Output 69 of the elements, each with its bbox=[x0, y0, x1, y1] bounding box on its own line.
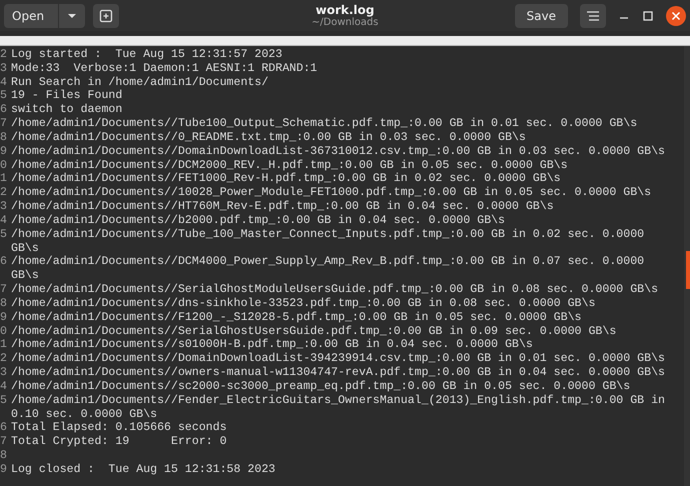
line-number: 3 bbox=[0, 62, 7, 76]
window-title: work.log bbox=[316, 2, 374, 16]
log-line: /home/admin1/Documents//SerialGhostModuleUsersGuide.pdf.tmp_:0.00 GB in 0.08 sec. 0.0000 GB\s bbox=[11, 283, 660, 297]
line-number: 2 bbox=[0, 48, 7, 62]
log-line: Total Elapsed: 0.105666 seconds bbox=[11, 421, 228, 436]
dropdown-button[interactable] bbox=[59, 4, 86, 28]
log-line: Log started : Tue Aug 15 12:31:57 2023 bbox=[11, 48, 284, 62]
window-subtitle: ~/Downloads bbox=[312, 16, 378, 28]
line-number: 3 bbox=[0, 200, 7, 214]
line-number: 9 bbox=[0, 310, 7, 325]
line-number: 0 bbox=[0, 158, 7, 172]
log-line: /home/admin1/Documents//DomainDownloadList-394239914.csv.tmp_:0.00 GB in 0.01 sec. 0.0000 GB\s bbox=[11, 352, 666, 366]
save-button[interactable]: Save bbox=[514, 4, 568, 28]
log-line: 19 - Files Found bbox=[11, 89, 124, 104]
line-number: 6 bbox=[0, 103, 7, 118]
line-number: 1 bbox=[0, 338, 7, 352]
line-number: 5 bbox=[0, 89, 7, 104]
line-number: 3 bbox=[0, 366, 7, 380]
log-line: /home/admin1/Documents//Tube100_Output_Schematic.pdf.tmp_:0.00 GB in 0.01 sec. 0.0000 GB\s bbox=[11, 117, 638, 131]
log-line: /home/admin1/Documents//sc2000-sc3000_preamp_eq.pdf.tmp_:0.00 GB in 0.05 sec. 0.0000 GB\s bbox=[11, 380, 632, 394]
line-number: 4 bbox=[0, 214, 7, 228]
log-line: Log closed : Tue Aug 15 12:31:58 2023 bbox=[11, 462, 276, 477]
close-icon[interactable] bbox=[666, 6, 686, 26]
line-number: 7 bbox=[0, 117, 7, 131]
line-number: 6 bbox=[0, 255, 7, 270]
log-line: Total Crypted: 19 Error: 0 bbox=[11, 435, 228, 450]
line-number: 9 bbox=[0, 144, 7, 159]
line-number: 7 bbox=[0, 435, 7, 450]
line-number: 5 bbox=[0, 228, 7, 243]
log-line: Mode:33 Verbose:1 Daemon:1 AESNI:1 RDRAND:1 bbox=[11, 62, 318, 76]
log-line: switch to daemon bbox=[11, 103, 124, 118]
log-line: /home/admin1/Documents//DomainDownloadList-367310012.csv.tmp_:0.00 GB in 0.03 sec. 0.0000 GB\s bbox=[11, 144, 666, 159]
log-line: /home/admin1/Documents//F1200_-_S12028-5.pdf.tmp_:0.00 GB in 0.05 sec. 0.0000 GB\s bbox=[11, 310, 583, 325]
line-number: 9 bbox=[0, 462, 7, 477]
log-line: /home/admin1/Documents//0_README.txt.tmp_:0.00 GB in 0.03 sec. 0.0000 GB\s bbox=[11, 130, 527, 145]
line-number: 0 bbox=[0, 324, 7, 338]
maximize-icon[interactable] bbox=[642, 10, 654, 22]
scrollbar[interactable] bbox=[684, 46, 690, 486]
log-line: /home/admin1/Documents//HT760M_Rev-E.pdf.tmp_:0.00 GB in 0.04 sec. 0.0000 GB\s bbox=[11, 200, 555, 214]
line-number: 7 bbox=[0, 283, 7, 297]
line-number: 5 bbox=[0, 394, 7, 409]
log-line: /home/admin1/Documents//SerialGhostUsersGuide.pdf.tmp_:0.00 GB in 0.09 sec. 0.0000 GB\s bbox=[11, 324, 618, 338]
log-line: /home/admin1/Documents//FET1000_Rev-H.pdf.tmp_:0.00 GB in 0.02 sec. 0.0000 GB\s bbox=[11, 172, 562, 186]
log-line: /home/admin1/Documents//DCM4000_Power_Supply_Amp_Rev_B.pdf.tmp_:0.00 GB in 0.07 sec. 0.0000 GB\s bbox=[11, 255, 646, 284]
log-line: /home/admin1/Documents//b2000.pdf.tmp_:0.00 GB in 0.04 sec. 0.0000 GB\s bbox=[11, 214, 506, 228]
new-tab-button[interactable] bbox=[93, 4, 120, 28]
line-number: 8 bbox=[0, 130, 7, 145]
line-number: 8 bbox=[0, 449, 7, 463]
scroll-marker bbox=[686, 251, 690, 289]
log-line: /home/admin1/Documents//dns-sinkhole-33523.pdf.tmp_:0.00 GB in 0.08 sec. 0.0000 GB\s bbox=[11, 296, 596, 311]
line-number: 2 bbox=[0, 352, 7, 366]
log-line: /home/admin1/Documents//Fender_ElectricGuitars_OwnersManual_(2013)_English.pdf.tmp_:0.00 GB in 0.10 sec. 0.0000 GB\s bbox=[11, 394, 666, 422]
open-button[interactable]: Open bbox=[4, 4, 58, 28]
caret-icon bbox=[67, 12, 78, 18]
log-line: /home/admin1/Documents//10028_Power_Module_FET1000.pdf.tmp_:0.00 GB in 0.05 sec. 0.0000 GB\s bbox=[11, 186, 652, 200]
line-number: 8 bbox=[0, 296, 7, 311]
log-line: /home/admin1/Documents//DCM2000_REV._H.pdf.tmp_:0.00 GB in 0.05 sec. 0.0000 GB\s bbox=[11, 158, 569, 172]
log-line: /home/admin1/Documents//s01000H-B.pdf.tmp_:0.00 GB in 0.04 sec. 0.0000 GB\s bbox=[11, 338, 534, 352]
log-line: /home/admin1/Documents//owners-manual-w11304747-revA.pdf.tmp_:0.00 GB in 0.04 sec. 0.0000 GB\s bbox=[11, 366, 666, 380]
new-tab-icon bbox=[99, 8, 114, 22]
line-number: 1 bbox=[0, 172, 7, 186]
log-line: Run Search in /home/admin1/Documents/ bbox=[11, 76, 270, 90]
line-number: 2 bbox=[0, 186, 7, 200]
line-number: 4 bbox=[0, 380, 7, 394]
log-line: /home/admin1/Documents//Tube_100_Master_Connect_Inputs.pdf.tmp_:0.00 GB in 0.02 sec. 0.0000 GB\s bbox=[11, 228, 646, 256]
menu-button[interactable] bbox=[580, 4, 606, 28]
menu-icon bbox=[586, 10, 600, 22]
line-number: 6 bbox=[0, 421, 7, 436]
line-number: 4 bbox=[0, 76, 7, 90]
